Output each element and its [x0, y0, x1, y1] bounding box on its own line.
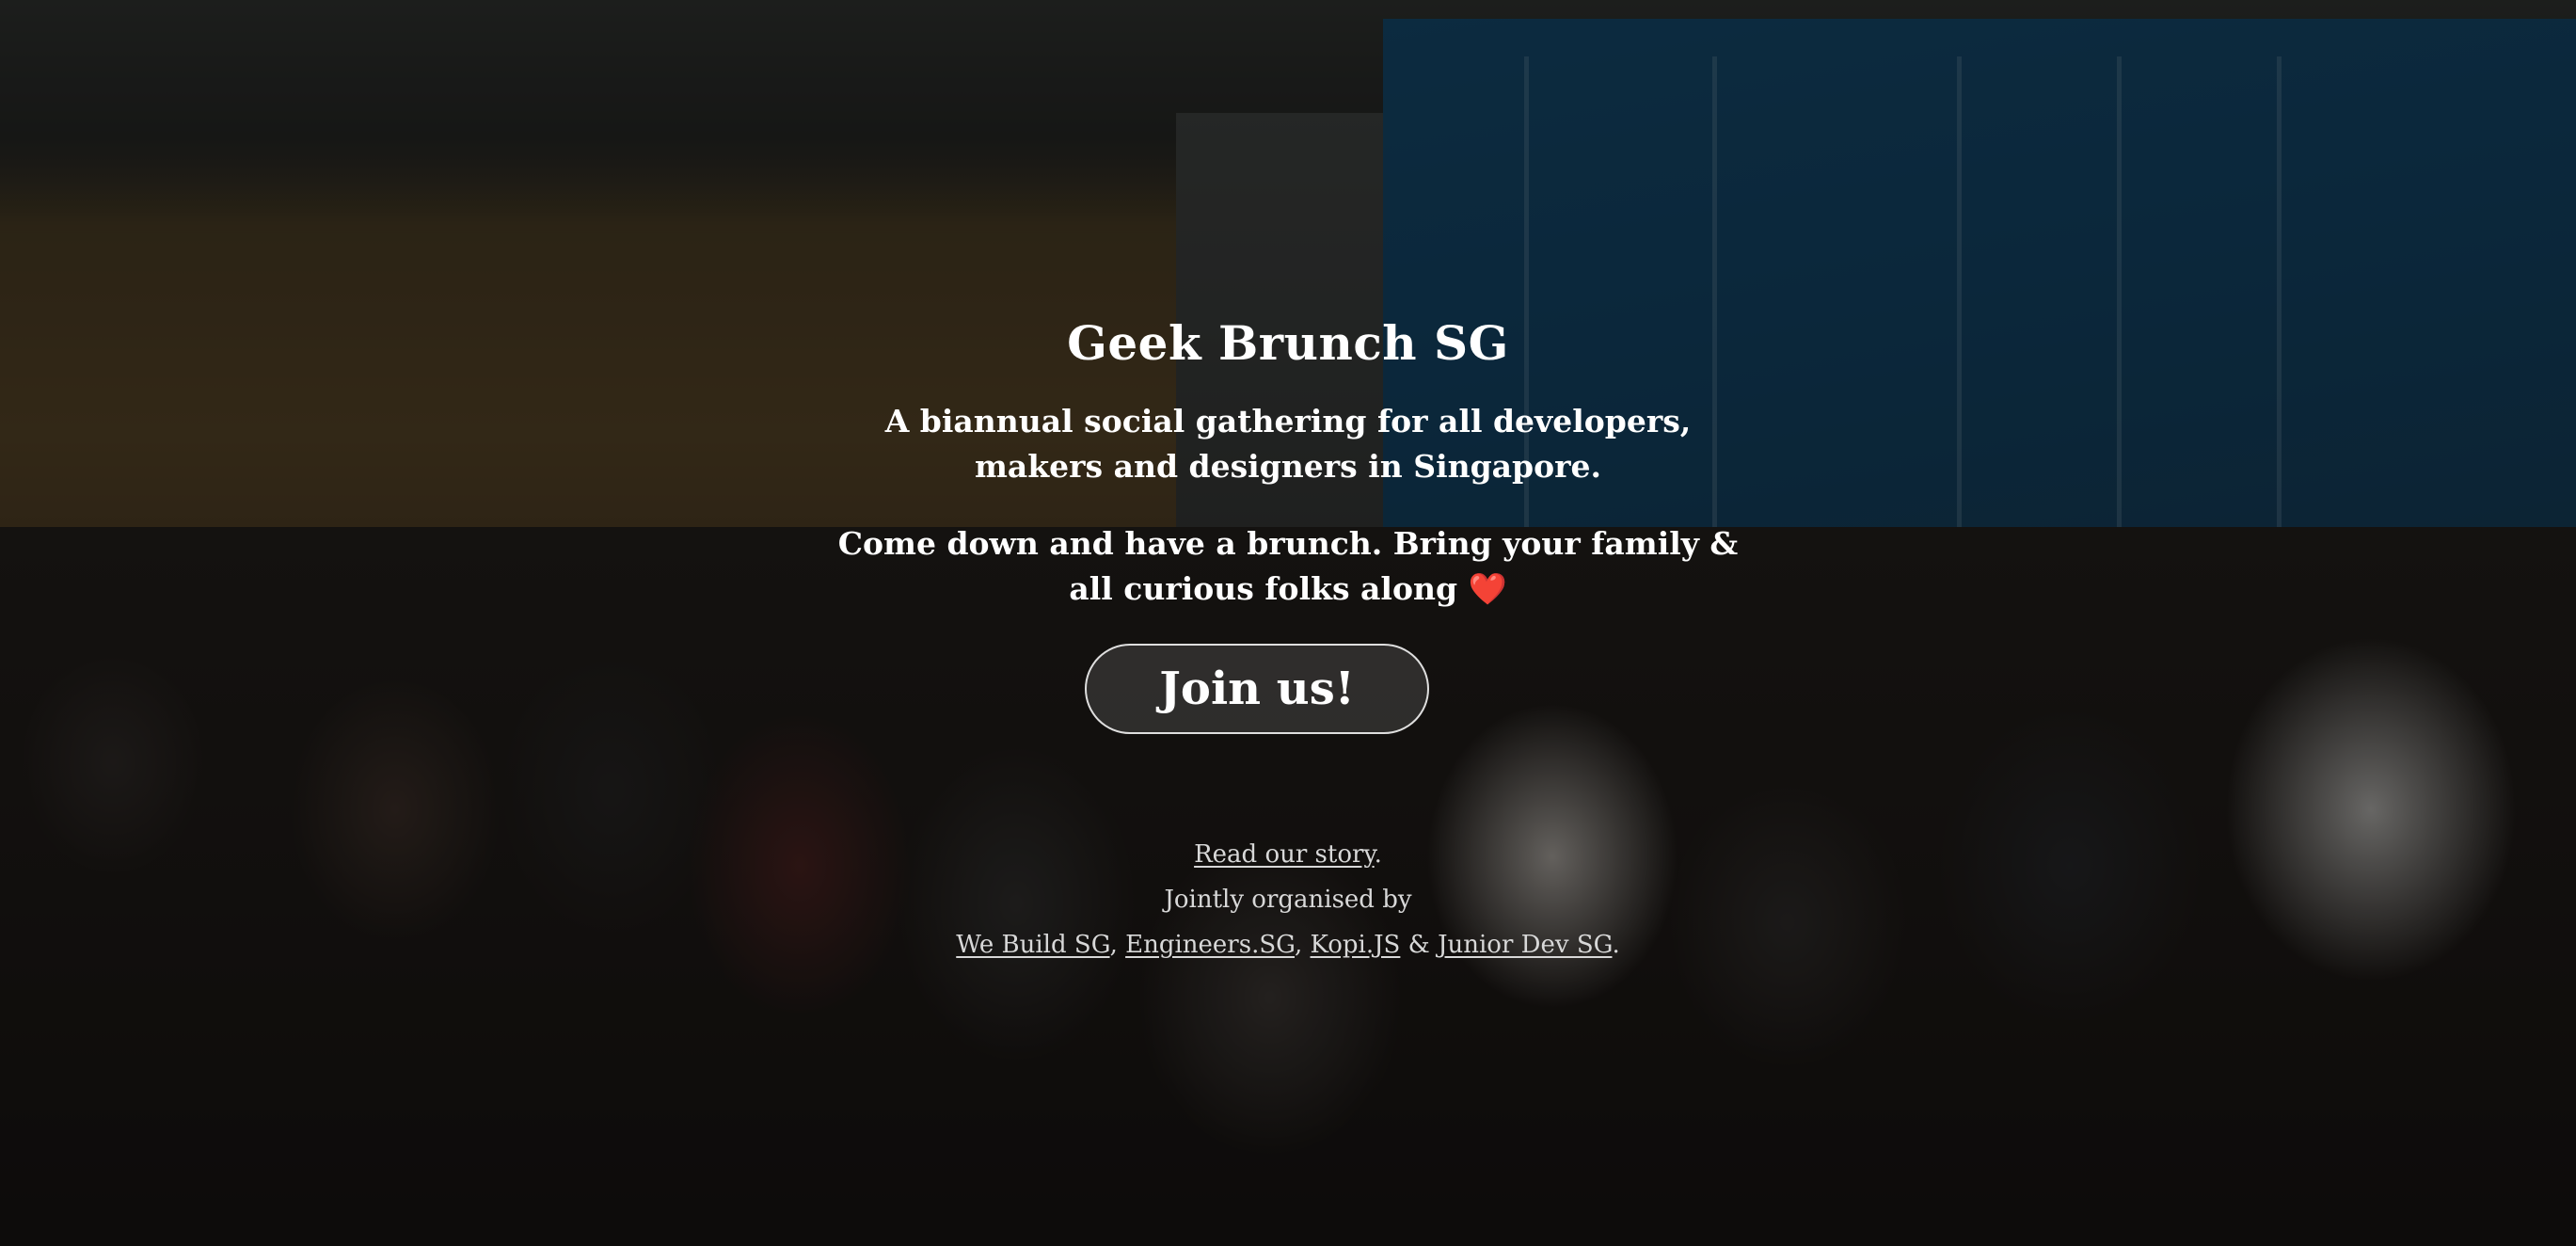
- tagline: A biannual social gathering for all deve…: [0, 399, 2576, 489]
- organiser-link-engineers-sg[interactable]: Engineers.SG: [1125, 931, 1295, 959]
- join-us-button[interactable]: Join us!: [1085, 644, 1429, 734]
- background-photo: [0, 0, 2576, 1246]
- organiser-link-junior-dev-sg[interactable]: Junior Dev SG: [1438, 931, 1612, 959]
- heart-icon: ❤️: [1468, 570, 1507, 607]
- tagline-line-2: makers and designers in Singapore.: [974, 448, 1602, 485]
- invite-text: Come down and have a brunch. Bring your …: [0, 521, 2576, 612]
- invite-line-1: Come down and have a brunch. Bring your …: [837, 525, 1739, 562]
- organiser-link-kopi-js[interactable]: Kopi.JS: [1311, 931, 1401, 959]
- dark-overlay: [0, 0, 2576, 1246]
- read-our-story-link[interactable]: Read our story: [1194, 840, 1375, 869]
- story-line: Read our story.: [1194, 840, 1382, 869]
- organisers-line: We Build SG, Engineers.SG, Kopi.JS & Jun…: [956, 931, 1620, 959]
- hero-section: Geek Brunch SG A biannual social gatheri…: [0, 0, 2576, 1246]
- tagline-line-1: A biannual social gathering for all deve…: [884, 403, 1692, 439]
- organiser-link-we-build-sg[interactable]: We Build SG: [956, 931, 1109, 959]
- invite-line-2: all curious folks along: [1069, 570, 1458, 607]
- organised-by-text: Jointly organised by: [1164, 886, 1412, 914]
- page-title: Geek Brunch SG: [1067, 315, 1509, 371]
